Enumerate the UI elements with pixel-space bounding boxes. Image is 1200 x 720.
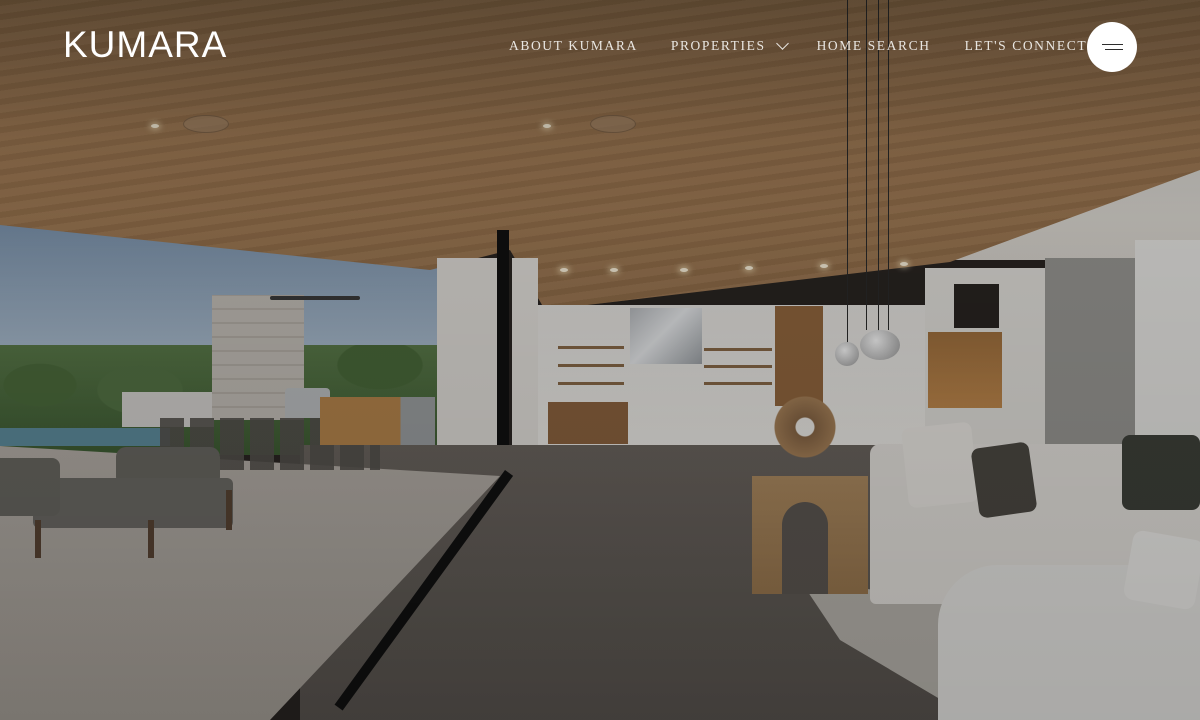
- nav-about[interactable]: ABOUT KUMARA: [509, 38, 638, 54]
- hamburger-menu-icon: [1105, 49, 1123, 51]
- chevron-down-icon: [775, 37, 789, 50]
- nav-home-search[interactable]: HOME SEARCH: [817, 38, 931, 54]
- nav-lets-connect[interactable]: LET'S CONNECT: [965, 38, 1088, 54]
- page: KUMARA ABOUT KUMARA PROPERTIES HOME SEAR…: [0, 0, 1200, 720]
- nav-properties[interactable]: PROPERTIES: [670, 37, 789, 54]
- nav-home-search-label: HOME SEARCH: [816, 38, 931, 53]
- logo[interactable]: KUMARA: [63, 26, 227, 63]
- hero-image: [0, 0, 1200, 720]
- site-header: KUMARA ABOUT KUMARA PROPERTIES HOME SEAR…: [0, 0, 1200, 96]
- nav-properties-label: PROPERTIES: [670, 38, 766, 53]
- hero-overlay: [0, 0, 1200, 720]
- menu-button[interactable]: [1087, 22, 1137, 72]
- nav-lets-connect-label: LET'S CONNECT: [964, 38, 1088, 53]
- hamburger-menu-icon: [1102, 44, 1123, 46]
- nav-about-label: ABOUT KUMARA: [509, 38, 638, 53]
- main-nav: ABOUT KUMARA PROPERTIES HOME SEARCH LET'…: [509, 37, 1088, 54]
